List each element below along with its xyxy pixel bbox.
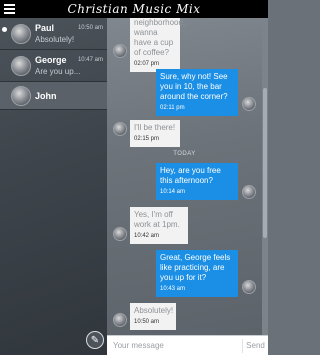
contact-preview: Absolutely!	[35, 35, 75, 44]
avatar	[242, 280, 256, 294]
message-time: 02:07 pm	[134, 61, 160, 67]
message-time: 10:14 am	[160, 189, 186, 195]
contact-preview: Are you up...	[35, 67, 81, 76]
message-compose-bar: Send	[107, 335, 268, 355]
message-input[interactable]	[107, 337, 242, 354]
message-incoming: I'll be there! 02:15 pm	[113, 120, 198, 147]
message-time: 10:42 am	[134, 233, 160, 239]
message-outgoing: Hey, are you free this afternoon? 10:14 …	[156, 163, 256, 200]
message-time: 10:43 am	[160, 286, 186, 292]
message-text: Great, George feels like practicing, are…	[160, 253, 231, 282]
avatar	[113, 122, 127, 136]
contact-name: John	[35, 90, 57, 101]
message-incoming: neighborhood, wanna have a cup of coffee…	[113, 18, 246, 72]
contact-time: 10:47 am	[77, 57, 103, 63]
message-text: Absolutely!	[134, 306, 174, 315]
scrollbar[interactable]	[262, 18, 268, 335]
contacts-sidebar: Paul Absolutely! 10:50 am George Are you…	[0, 18, 107, 355]
date-divider: TODAY	[173, 151, 196, 157]
message-text: Sure, why not! See you in 10, the bar ar…	[160, 72, 228, 101]
app-title: Christian Music Mix	[67, 2, 201, 16]
message-text: neighborhood, wanna have a cup of coffee…	[134, 18, 186, 57]
avatar	[113, 227, 127, 241]
avatar	[113, 313, 127, 327]
message-text: Yes, I'm off work at 1pm.	[134, 210, 180, 229]
message-incoming: Yes, I'm off work at 1pm. 10:42 am	[113, 207, 198, 244]
pencil-icon[interactable]: ✎	[86, 331, 104, 349]
message-incoming: Absolutely! 10:50 am	[113, 303, 198, 330]
contact-item-paul[interactable]: Paul Absolutely! 10:50 am	[0, 18, 107, 50]
avatar	[11, 55, 31, 76]
message-time: 02:15 pm	[134, 136, 160, 142]
scrollbar-thumb[interactable]	[263, 88, 267, 238]
hamburger-icon[interactable]	[4, 4, 15, 14]
avatar	[242, 97, 256, 111]
message-outgoing: Great, George feels like practicing, are…	[156, 250, 256, 297]
message-time: 10:50 am	[134, 319, 160, 325]
contact-item-john[interactable]: John	[0, 82, 107, 110]
message-text: I'll be there!	[134, 123, 176, 132]
avatar	[242, 185, 256, 199]
avatar	[11, 23, 31, 44]
message-text: Hey, are you free this afternoon?	[160, 166, 221, 185]
send-button[interactable]: Send	[242, 338, 268, 353]
online-indicator	[2, 27, 7, 32]
avatar	[113, 44, 127, 58]
message-outgoing: Sure, why not! See you in 10, the bar ar…	[156, 69, 256, 116]
contact-item-george[interactable]: George Are you up... 10:47 am	[0, 50, 107, 82]
message-time: 02:11 pm	[160, 105, 185, 111]
contact-time: 10:50 am	[77, 25, 103, 31]
avatar	[11, 85, 31, 106]
title-bar: Christian Music Mix	[0, 0, 268, 18]
